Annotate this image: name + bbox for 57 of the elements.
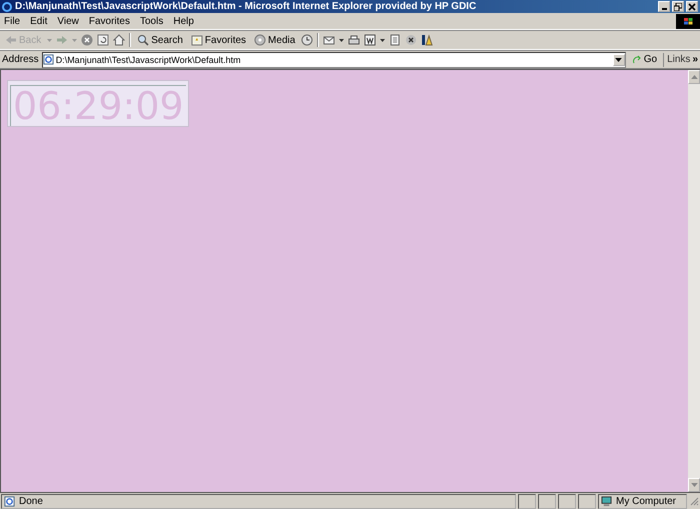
caret-icon[interactable] — [339, 38, 344, 42]
page-icon — [42, 54, 54, 65]
document-icon[interactable] — [389, 34, 402, 46]
browser-icon — [2, 2, 12, 12]
menu-item[interactable]: Tools — [140, 16, 164, 26]
back-arrow-icon — [5, 35, 17, 45]
history-icon[interactable] — [301, 34, 314, 46]
close-circle-icon[interactable] — [405, 34, 418, 46]
caret-icon — [615, 58, 622, 62]
scroll-up-button[interactable] — [688, 70, 700, 84]
scrollbar[interactable] — [688, 70, 700, 492]
menu-item[interactable]: Edit — [30, 16, 48, 26]
resize-grip-icon[interactable] — [689, 496, 699, 506]
maximize-button[interactable] — [672, 1, 684, 12]
dropdown-button[interactable] — [612, 54, 625, 66]
caret-up-icon — [690, 75, 698, 79]
menu-item[interactable]: Help — [173, 16, 194, 26]
status-pane — [518, 494, 536, 508]
menu-item[interactable]: View — [57, 16, 79, 26]
media-button[interactable]: Media — [252, 32, 298, 48]
messenger-icon[interactable] — [421, 34, 434, 46]
caret-icon[interactable] — [380, 38, 386, 42]
scroll-down-button[interactable] — [688, 478, 700, 492]
computer-icon — [601, 496, 612, 506]
minimize-icon — [662, 8, 666, 10]
search-button[interactable]: Search — [135, 32, 185, 48]
go-arrow-icon — [632, 54, 642, 64]
close-icon — [688, 2, 696, 10]
stop-icon[interactable] — [81, 34, 94, 46]
menu-item[interactable]: File — [4, 16, 20, 26]
address-value: D:\Manjunath\Test\JavascriptWork\Default.htm — [56, 54, 241, 64]
minimize-button[interactable] — [658, 1, 670, 12]
address-field[interactable]: D:\Manjunath\Test\JavascriptWork\Default.htm — [42, 52, 626, 68]
window-title: D:\Manjunath\Test\JavascriptWork\Default.htm - Microsoft Internet Explorer provided by HP GDIC — [15, 1, 476, 12]
print-icon[interactable] — [348, 34, 360, 46]
favorites-button[interactable]: Favorites — [188, 32, 248, 48]
status-pane — [578, 494, 596, 508]
search-icon — [137, 34, 150, 46]
page-icon — [4, 496, 15, 506]
go-button[interactable]: Go — [628, 54, 660, 65]
windows-logo-icon — [676, 14, 700, 28]
status-text: Done — [19, 496, 43, 506]
caret-icon — [690, 483, 698, 487]
address-label: Address — [2, 54, 39, 65]
mail-icon[interactable] — [323, 34, 336, 46]
home-icon[interactable] — [113, 34, 126, 46]
links-label[interactable]: Links — [667, 54, 690, 65]
close-button[interactable] — [686, 1, 698, 12]
zone-text: My Computer — [616, 496, 676, 506]
disc-icon — [254, 34, 266, 46]
status-pane — [538, 494, 556, 508]
menu-item[interactable]: Favorites — [88, 16, 130, 26]
more-chevron[interactable]: » — [692, 54, 698, 65]
status-pane — [558, 494, 576, 508]
word-icon[interactable] — [364, 34, 376, 46]
refresh-icon[interactable] — [97, 34, 110, 46]
restore-icon — [674, 2, 682, 10]
